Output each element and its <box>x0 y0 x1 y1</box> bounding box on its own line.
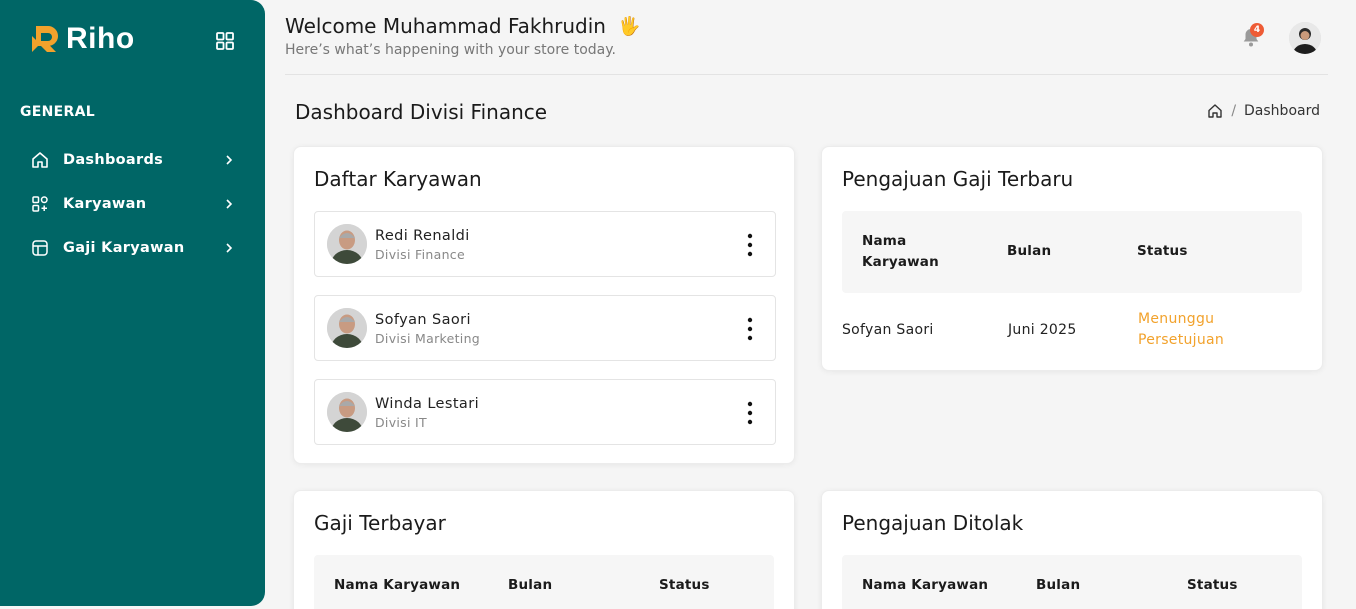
welcome-text: Welcome Muhammad Fakhrudin <box>285 14 606 38</box>
table-header: Nama Karyawan Bulan Status <box>314 555 774 609</box>
home-icon[interactable] <box>1207 103 1223 119</box>
card-title: Daftar Karyawan <box>314 167 482 191</box>
employee-avatar <box>327 392 367 432</box>
page-title: Dashboard Divisi Finance <box>295 100 548 124</box>
logo-icon <box>32 25 59 52</box>
sidebar: Riho GENERAL Dashboards Karyawan Gaji Ka… <box>0 0 265 606</box>
more-vertical-icon[interactable] <box>745 232 755 258</box>
sidebar-item-gaji-karyawan[interactable]: Gaji Karyawan <box>30 226 235 270</box>
column-header-status: Status <box>1137 243 1188 259</box>
card-title: Gaji Terbayar <box>314 511 446 535</box>
top-header: Welcome Muhammad Fakhrudin 🖐 Here’s what… <box>285 0 1328 75</box>
grid-menu-icon[interactable] <box>214 30 236 52</box>
card-title: Pengajuan Ditolak <box>842 511 1024 535</box>
column-header-bulan: Bulan <box>1007 243 1052 259</box>
more-vertical-icon[interactable] <box>745 316 755 342</box>
column-header-nama: Nama Karyawan <box>862 233 939 270</box>
user-avatar[interactable] <box>1289 22 1321 54</box>
breadcrumb-separator: / <box>1231 103 1237 119</box>
card-title: Pengajuan Gaji Terbaru <box>842 167 1074 191</box>
column-header-status: Status <box>1187 577 1238 593</box>
employee-avatar <box>327 224 367 264</box>
table-header: Nama Karyawan Bulan Status <box>842 211 1302 293</box>
card-daftar-karyawan: Daftar Karyawan Redi Renaldi Divisi Fina… <box>293 146 795 464</box>
sidebar-nav: Dashboards Karyawan Gaji Karyawan <box>30 138 235 270</box>
employee-avatar <box>327 308 367 348</box>
sidebar-item-dashboards[interactable]: Dashboards <box>30 138 235 182</box>
status-badge: Menunggu Persetujuan <box>1138 311 1225 348</box>
employee-item[interactable]: Sofyan Saori Divisi Marketing <box>314 295 776 361</box>
breadcrumb: / Dashboard <box>1207 103 1320 119</box>
sidebar-section-label: GENERAL <box>20 104 95 120</box>
sidebar-item-label: Dashboards <box>63 152 164 168</box>
welcome-heading: Welcome Muhammad Fakhrudin 🖐 <box>285 14 640 38</box>
chevron-right-icon <box>226 155 233 165</box>
wave-hand-icon: 🖐 <box>618 15 641 37</box>
chevron-right-icon <box>226 243 233 253</box>
card-gaji-terbayar: Gaji Terbayar Nama Karyawan Bulan Status <box>293 490 795 609</box>
widgets-icon <box>30 194 50 214</box>
breadcrumb-current: Dashboard <box>1244 103 1320 119</box>
employee-name: Sofyan Saori <box>375 312 471 328</box>
employee-division: Divisi Marketing <box>375 331 481 346</box>
welcome-subtitle: Here’s what’s happening with your store … <box>285 42 616 58</box>
brand-logo[interactable]: Riho <box>28 22 135 56</box>
employee-division: Divisi IT <box>375 415 427 430</box>
column-header-bulan: Bulan <box>1036 577 1081 593</box>
column-header-bulan: Bulan <box>508 577 553 593</box>
sidebar-item-label: Karyawan <box>63 196 147 212</box>
column-header-nama: Nama Karyawan <box>334 577 461 593</box>
sidebar-item-karyawan[interactable]: Karyawan <box>30 182 235 226</box>
card-pengajuan-gaji-terbaru: Pengajuan Gaji Terbaru Nama Karyawan Bul… <box>821 146 1323 371</box>
user-avatar-image <box>1289 22 1321 54</box>
employee-item[interactable]: Winda Lestari Divisi IT <box>314 379 776 445</box>
employee-name: Redi Renaldi <box>375 228 470 244</box>
employee-division: Divisi Finance <box>375 247 465 262</box>
table-icon <box>30 238 50 258</box>
column-header-nama: Nama Karyawan <box>862 577 989 593</box>
notification-badge: 4 <box>1250 23 1264 37</box>
brand-name: Riho <box>66 22 135 55</box>
cell-bulan: Juni 2025 <box>1008 322 1077 338</box>
table-header: Nama Karyawan Bulan Status <box>842 555 1302 609</box>
employee-name: Winda Lestari <box>375 396 479 412</box>
cell-nama: Sofyan Saori <box>842 322 934 338</box>
chevron-right-icon <box>226 199 233 209</box>
column-header-status: Status <box>659 577 710 593</box>
employee-item[interactable]: Redi Renaldi Divisi Finance <box>314 211 776 277</box>
more-vertical-icon[interactable] <box>745 400 755 426</box>
home-icon <box>30 150 50 170</box>
card-pengajuan-ditolak: Pengajuan Ditolak Nama Karyawan Bulan St… <box>821 490 1323 609</box>
sidebar-item-label: Gaji Karyawan <box>63 240 185 256</box>
